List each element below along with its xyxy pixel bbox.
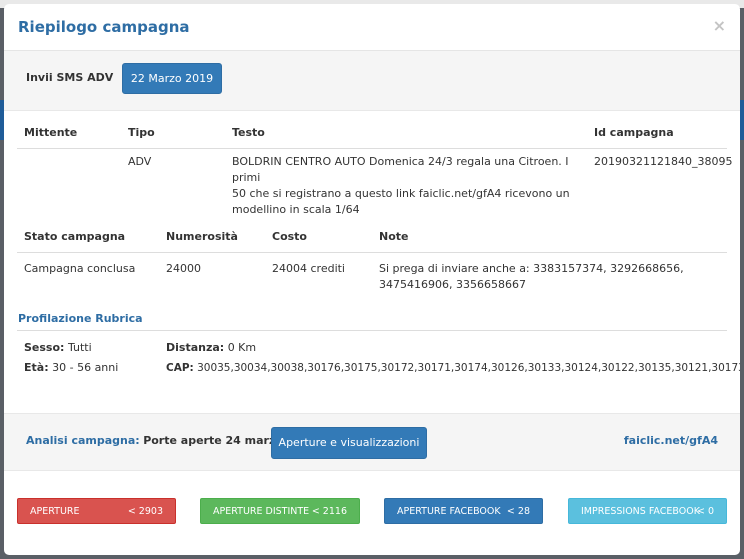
profiling-distanza: Distanza: 0 Km (166, 340, 256, 356)
views-button[interactable]: Aperture e visualizzazioni (271, 427, 427, 459)
cell-numerosita: 24000 (166, 262, 201, 275)
stat-aperture-facebook: APERTURE FACEBOOK < 28 (384, 498, 543, 524)
stat-impressions-facebook: IMPRESSIONS FACEBOOK < 0 (568, 498, 727, 524)
stat-label: IMPRESSIONS FACEBOOK (581, 506, 700, 517)
testo-line: 50 che si registrano a questo link faicl… (232, 187, 570, 200)
analysis-value-text: Porte aperte 24 marzo (143, 434, 283, 447)
profiling-title: Profilazione Rubrica (18, 312, 143, 325)
eta-label: Età: (24, 361, 49, 374)
cell-costo: 24004 crediti (272, 262, 345, 275)
note-line: 3475416906, 3356658667 (379, 278, 526, 291)
header-testo: Testo (232, 126, 265, 139)
stat-aperture-distinte: APERTURE DISTINTE < 2116 (200, 498, 360, 524)
cell-note: Si prega di inviare anche a: 3383157374,… (379, 261, 719, 293)
distanza-label: Distanza: (166, 341, 225, 354)
stat-label: APERTURE DISTINTE (213, 506, 310, 517)
cell-tipo: ADV (128, 155, 152, 168)
stat-aperture: APERTURE < 2903 (17, 498, 176, 524)
backdrop-navbar-right (740, 100, 744, 140)
header-stato-campagna: Stato campagna (24, 230, 126, 243)
header-numerosita: Numerosità (166, 230, 238, 243)
sesso-label: Sesso: (24, 341, 65, 354)
profiling-section: Sesso: Tutti Età: 30 - 56 anni Distanza:… (17, 330, 740, 380)
close-icon[interactable]: × (713, 16, 726, 35)
campaign-summary-modal: Riepilogo campagna × Invii SMS ADV 22 Ma… (4, 4, 740, 555)
modal-title: Riepilogo campagna (18, 18, 190, 36)
divider (17, 252, 727, 253)
cap-label: CAP: (166, 362, 194, 374)
details-table: Mittente Tipo Testo Id campagna ADV BOLD… (17, 112, 732, 216)
send-date-button[interactable]: 22 Marzo 2019 (122, 63, 222, 94)
stat-value: < 2116 (311, 506, 347, 517)
testo-line: BOLDRIN CENTRO AUTO Domenica 24/3 regala… (232, 155, 569, 184)
send-info-row: Invii SMS ADV 22 Marzo 2019 (4, 51, 740, 111)
stat-label: APERTURE FACEBOOK (397, 506, 501, 517)
cell-id-campagna: 20190321121840_38095 (594, 155, 733, 168)
profiling-eta: Età: 30 - 56 anni (24, 360, 118, 376)
cap-value: 30035,30034,30038,30176,30175,30172,3017… (197, 362, 740, 374)
profiling-cap: CAP: 30035,30034,30038,30176,30175,30172… (166, 360, 740, 376)
stat-label: APERTURE (30, 506, 80, 517)
header-note: Note (379, 230, 409, 243)
modal-header: Riepilogo campagna × (4, 4, 740, 51)
stat-value: < 28 (506, 506, 530, 517)
header-mittente: Mittente (24, 126, 78, 139)
distanza-value: 0 Km (227, 341, 257, 354)
short-link[interactable]: faiclic.net/gfA4 (624, 434, 718, 447)
divider (17, 148, 727, 149)
eta-value: 30 - 56 anni (52, 361, 119, 374)
header-tipo: Tipo (128, 126, 155, 139)
header-costo: Costo (272, 230, 307, 243)
analysis-label-text: Analisi campagna: (26, 434, 140, 447)
cell-testo: BOLDRIN CENTRO AUTO Domenica 24/3 regala… (232, 154, 582, 218)
stat-value: < 2903 (127, 506, 163, 517)
header-id-campagna: Id campagna (594, 126, 674, 139)
stat-value: < 0 (696, 506, 714, 517)
divider (17, 330, 727, 331)
profiling-sesso: Sesso: Tutti (24, 340, 92, 356)
cell-stato: Campagna conclusa (24, 262, 136, 275)
sesso-value: Tutti (67, 341, 92, 354)
send-type-label: Invii SMS ADV (26, 71, 114, 84)
status-table: Stato campagna Numerosità Costo Note Cam… (17, 216, 727, 296)
note-line: Si prega di inviare anche a: 3383157374,… (379, 262, 684, 275)
analysis-label: Analisi campagna: Porte aperte 24 marzo (26, 434, 283, 447)
analysis-row: Analisi campagna: Porte aperte 24 marzo … (4, 413, 740, 471)
